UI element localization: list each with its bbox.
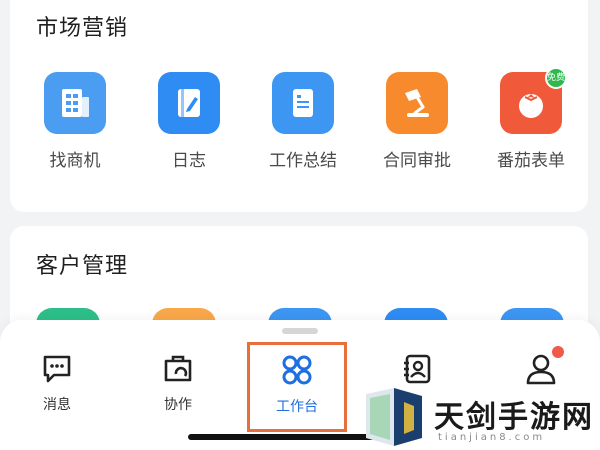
app-find-opportunities[interactable]: 找商机 (20, 72, 130, 171)
app-work-summary[interactable]: 工作总结 (248, 72, 358, 171)
app-label: 工作总结 (269, 151, 337, 171)
notification-dot (552, 346, 564, 358)
highlight-frame (247, 342, 347, 432)
watermark-title: 天剑手游网 (434, 400, 594, 435)
briefcase-icon (164, 355, 192, 382)
tomato-icon: 免费 (500, 67, 567, 134)
tab-label: 协作 (164, 397, 192, 413)
desk-lamp-icon (386, 72, 448, 134)
marketing-card: 市场营销 找商机 日志 工作总结 合同审批 免费 番茄表单 (10, 0, 588, 212)
tab-contacts[interactable] (372, 352, 462, 386)
drag-handle[interactable] (282, 328, 318, 334)
app-label: 找商机 (49, 151, 101, 171)
app-journal[interactable]: 日志 (134, 72, 244, 171)
journal-icon (158, 72, 220, 134)
watermark-logo-icon (366, 388, 422, 446)
building-icon (44, 72, 106, 134)
tab-collaboration[interactable]: 协作 (133, 352, 223, 414)
document-icon (272, 72, 334, 134)
app-label: 番茄表单 (497, 151, 565, 171)
tab-messages[interactable]: 消息 (12, 352, 102, 414)
tab-label: 消息 (43, 397, 71, 413)
watermark-domain: tianjian8.com (438, 432, 546, 443)
person-icon (526, 354, 556, 385)
section-title-marketing: 市场营销 (36, 16, 129, 41)
app-label: 合同审批 (383, 151, 451, 171)
app-tomato-form[interactable]: 免费 番茄表单 (476, 67, 586, 171)
app-contract-approval[interactable]: 合同审批 (362, 72, 472, 171)
tab-profile[interactable] (496, 346, 586, 386)
chat-icon (43, 355, 71, 383)
contacts-icon (404, 354, 431, 384)
free-badge: 免费 (545, 67, 567, 89)
section-title-customer: 客户管理 (36, 254, 129, 279)
app-label: 日志 (172, 151, 206, 171)
